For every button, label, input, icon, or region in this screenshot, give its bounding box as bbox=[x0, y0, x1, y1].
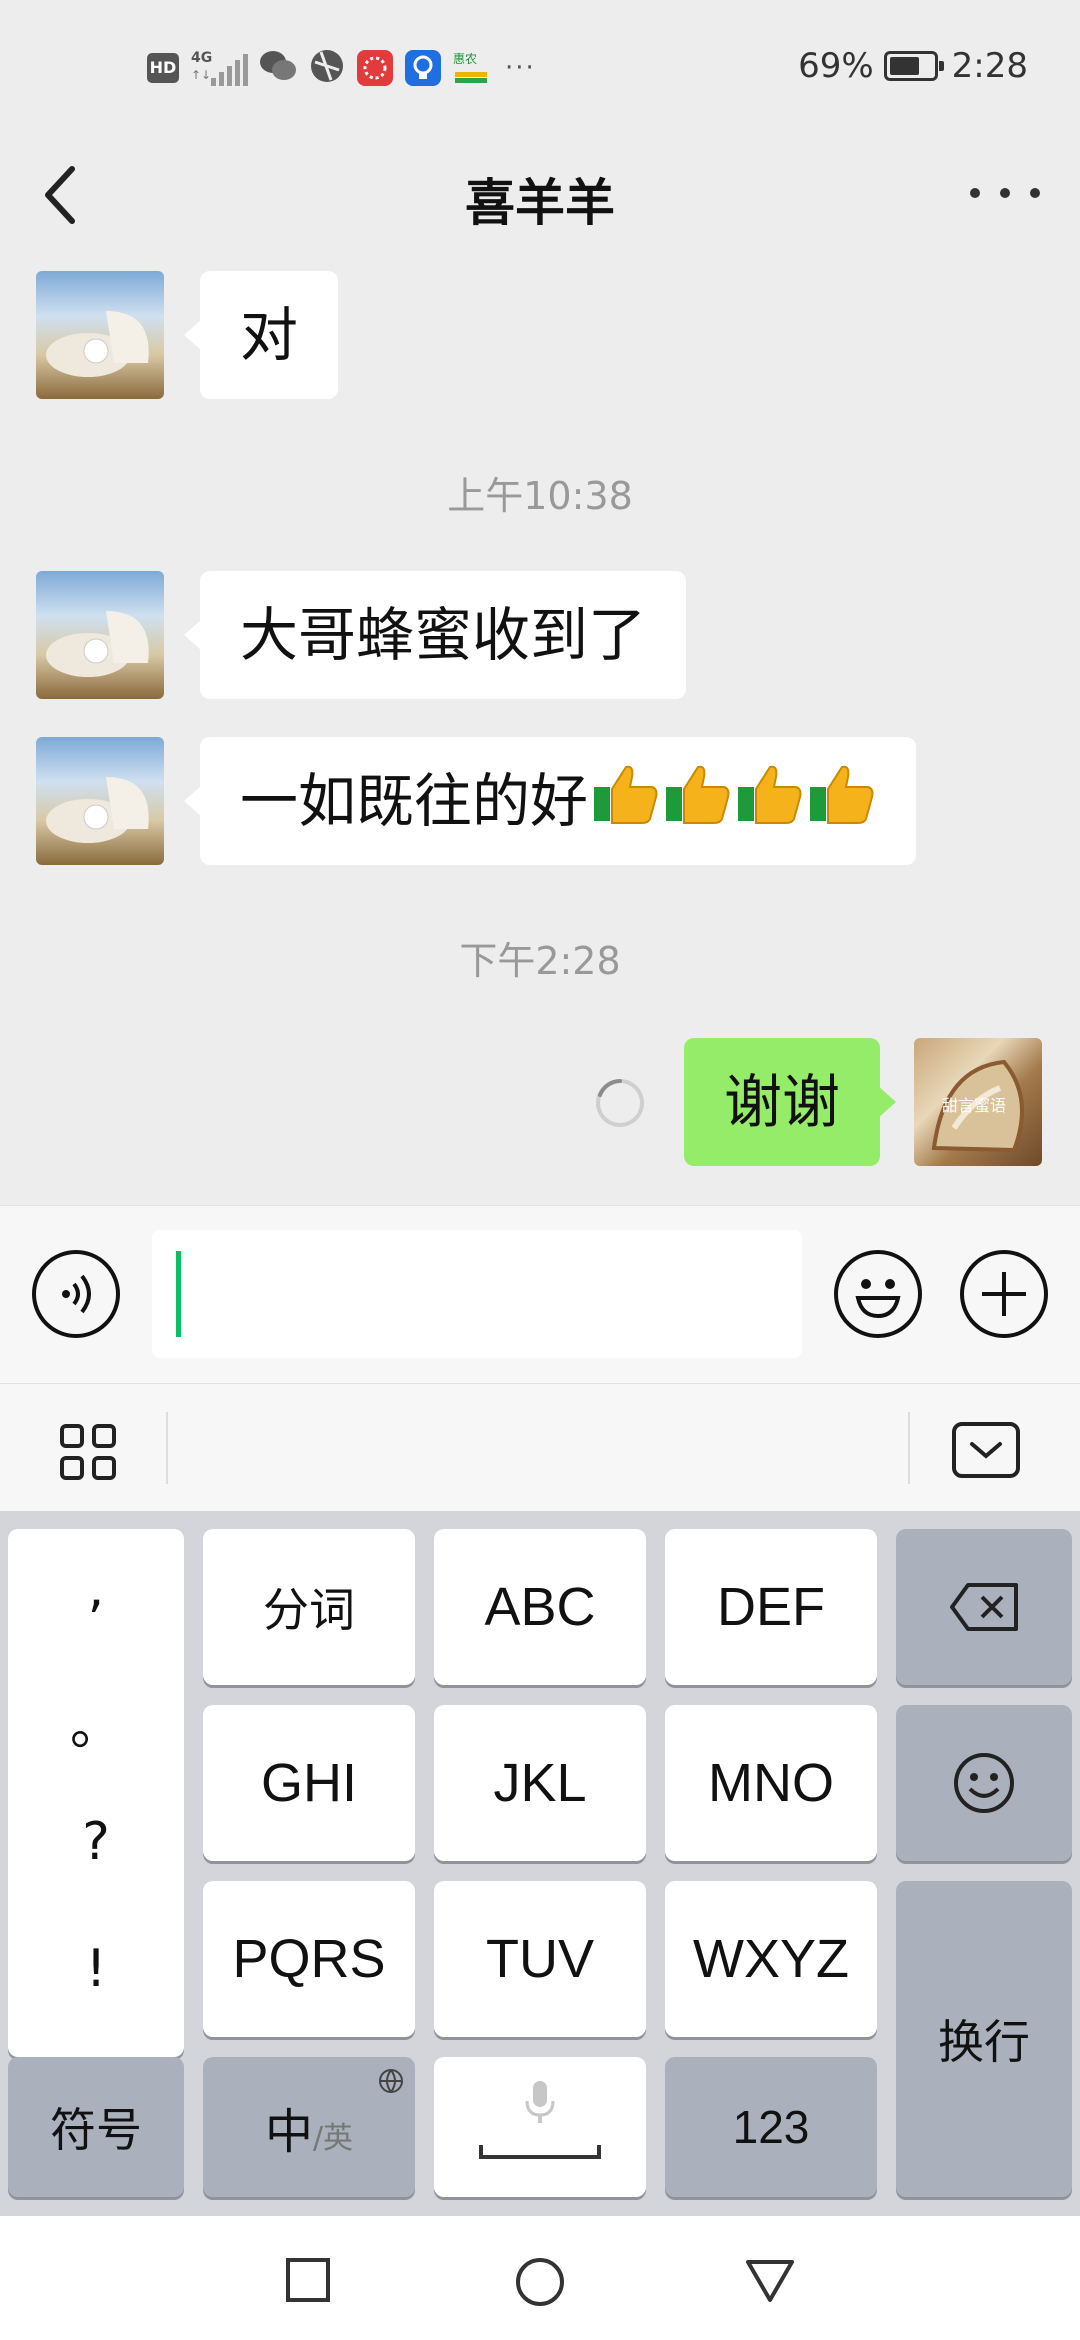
smiley-icon bbox=[954, 1753, 1014, 1813]
enter-key[interactable]: 换行 bbox=[896, 1881, 1072, 2197]
microphone-icon bbox=[525, 2081, 555, 2123]
key-comma[interactable]: , bbox=[8, 1559, 184, 1619]
back-nav-button[interactable] bbox=[744, 2256, 796, 2304]
thumbs-up-icon bbox=[664, 741, 732, 869]
space-key[interactable] bbox=[434, 2057, 646, 2197]
timestamp: 上午10:38 bbox=[447, 474, 633, 518]
sending-spinner-icon bbox=[596, 1079, 644, 1127]
key-period[interactable]: 。 bbox=[8, 1684, 184, 1759]
key-jkl[interactable]: JKL bbox=[434, 1705, 646, 1861]
clock: 2:28 bbox=[951, 46, 1028, 86]
keyboard-collapse-icon bbox=[952, 1422, 1020, 1478]
app-blue-bulb-icon bbox=[405, 50, 441, 86]
backspace-key[interactable] bbox=[896, 1529, 1072, 1685]
voice-button[interactable] bbox=[32, 1250, 120, 1338]
numbers-key[interactable]: 123 bbox=[665, 2057, 877, 2197]
browser-icon bbox=[309, 48, 345, 88]
contact-avatar[interactable] bbox=[36, 737, 164, 865]
status-icons-right: 69% 2:28 bbox=[798, 44, 1028, 88]
key-abc[interactable]: ABC bbox=[434, 1529, 646, 1685]
hd-badge: HD bbox=[147, 53, 179, 83]
page-title: 喜羊羊 bbox=[465, 174, 615, 232]
emoji-face-icon bbox=[855, 1279, 901, 1319]
more-options-button[interactable] bbox=[970, 163, 1040, 223]
collapse-keyboard-button[interactable] bbox=[950, 1420, 1022, 1480]
message-bubble-outgoing[interactable]: 谢谢 bbox=[684, 1038, 897, 1166]
thumbs-up-icon bbox=[808, 741, 876, 869]
contact-avatar[interactable] bbox=[36, 271, 164, 399]
key-def[interactable]: DEF bbox=[665, 1529, 877, 1685]
keyboard-menu-button[interactable] bbox=[56, 1420, 120, 1484]
keyboard-toolbar bbox=[0, 1383, 1080, 1511]
plus-icon bbox=[982, 1272, 1026, 1316]
key-mno[interactable]: MNO bbox=[665, 1705, 877, 1861]
recent-apps-button[interactable] bbox=[284, 2256, 332, 2304]
status-bar: HD 4G ↑↓ 惠农 ··· 69% 2:28 bbox=[0, 0, 1080, 135]
signal-4g-icon: 4G ↑↓ bbox=[191, 50, 248, 86]
key-question[interactable]: ? bbox=[8, 1812, 184, 1872]
avatar-caption: 甜言蜜语 bbox=[942, 1096, 1007, 1115]
key-tuv[interactable]: TUV bbox=[434, 1881, 646, 2037]
message-text: 一如既往的好 bbox=[240, 767, 589, 835]
contact-avatar[interactable] bbox=[36, 571, 164, 699]
key-pqrs[interactable]: PQRS bbox=[203, 1881, 415, 2037]
message-bubble-incoming[interactable]: 大哥蜂蜜收到了 bbox=[183, 571, 687, 699]
keyboard: , 。 ? ! 分词 ABC DEF GHI JKL MNO PQRS TUV … bbox=[0, 1511, 1080, 2216]
more-notifications-icon: ··· bbox=[505, 53, 536, 83]
key-ghi[interactable]: GHI bbox=[203, 1705, 415, 1861]
home-button[interactable] bbox=[514, 2256, 566, 2308]
emoji-key[interactable] bbox=[896, 1705, 1072, 1861]
text-caret bbox=[176, 1251, 181, 1337]
thumbs-up-icon bbox=[592, 741, 660, 869]
emoji-button[interactable] bbox=[834, 1250, 922, 1338]
app-red-icon bbox=[357, 50, 393, 86]
globe-icon bbox=[379, 2069, 403, 2093]
wechat-icon bbox=[259, 49, 297, 87]
message-bubble-incoming[interactable]: 对 bbox=[183, 271, 339, 399]
plus-button[interactable] bbox=[960, 1250, 1048, 1338]
battery-icon bbox=[883, 51, 944, 81]
message-bubble-incoming[interactable]: 一如既往的好 bbox=[183, 737, 917, 865]
input-bar bbox=[0, 1205, 1080, 1383]
more-dots-icon bbox=[970, 188, 980, 198]
chat-header: 喜羊羊 bbox=[0, 135, 1080, 260]
message-list[interactable]: 对 上午10:38 大哥蜂蜜收到了 一如既往的好 下午2:28 谢谢 甜言蜜语 bbox=[0, 260, 1080, 1205]
system-navigation-bar bbox=[0, 2216, 1080, 2340]
timestamp: 下午2:28 bbox=[459, 939, 621, 983]
grid-icon bbox=[60, 1424, 116, 1480]
backspace-icon bbox=[950, 1583, 1018, 1631]
huinong-app-icon: 惠农 bbox=[453, 50, 489, 86]
status-icons-left: HD 4G ↑↓ 惠农 ··· bbox=[147, 48, 536, 88]
voice-icon bbox=[62, 1274, 91, 1314]
language-switch-key[interactable]: 中/英 bbox=[203, 2057, 415, 2197]
key-exclamation[interactable]: ! bbox=[8, 1939, 184, 1999]
punctuation-column[interactable]: , 。 ? ! bbox=[8, 1529, 184, 2057]
battery-percent: 69% bbox=[798, 46, 874, 86]
my-avatar[interactable]: 甜言蜜语 bbox=[914, 1038, 1042, 1166]
symbols-key[interactable]: 符号 bbox=[8, 2057, 184, 2197]
thumbs-up-icon bbox=[736, 741, 804, 869]
message-input[interactable] bbox=[152, 1230, 802, 1358]
key-wxyz[interactable]: WXYZ bbox=[665, 1881, 877, 2037]
key-segment[interactable]: 分词 bbox=[203, 1529, 415, 1685]
